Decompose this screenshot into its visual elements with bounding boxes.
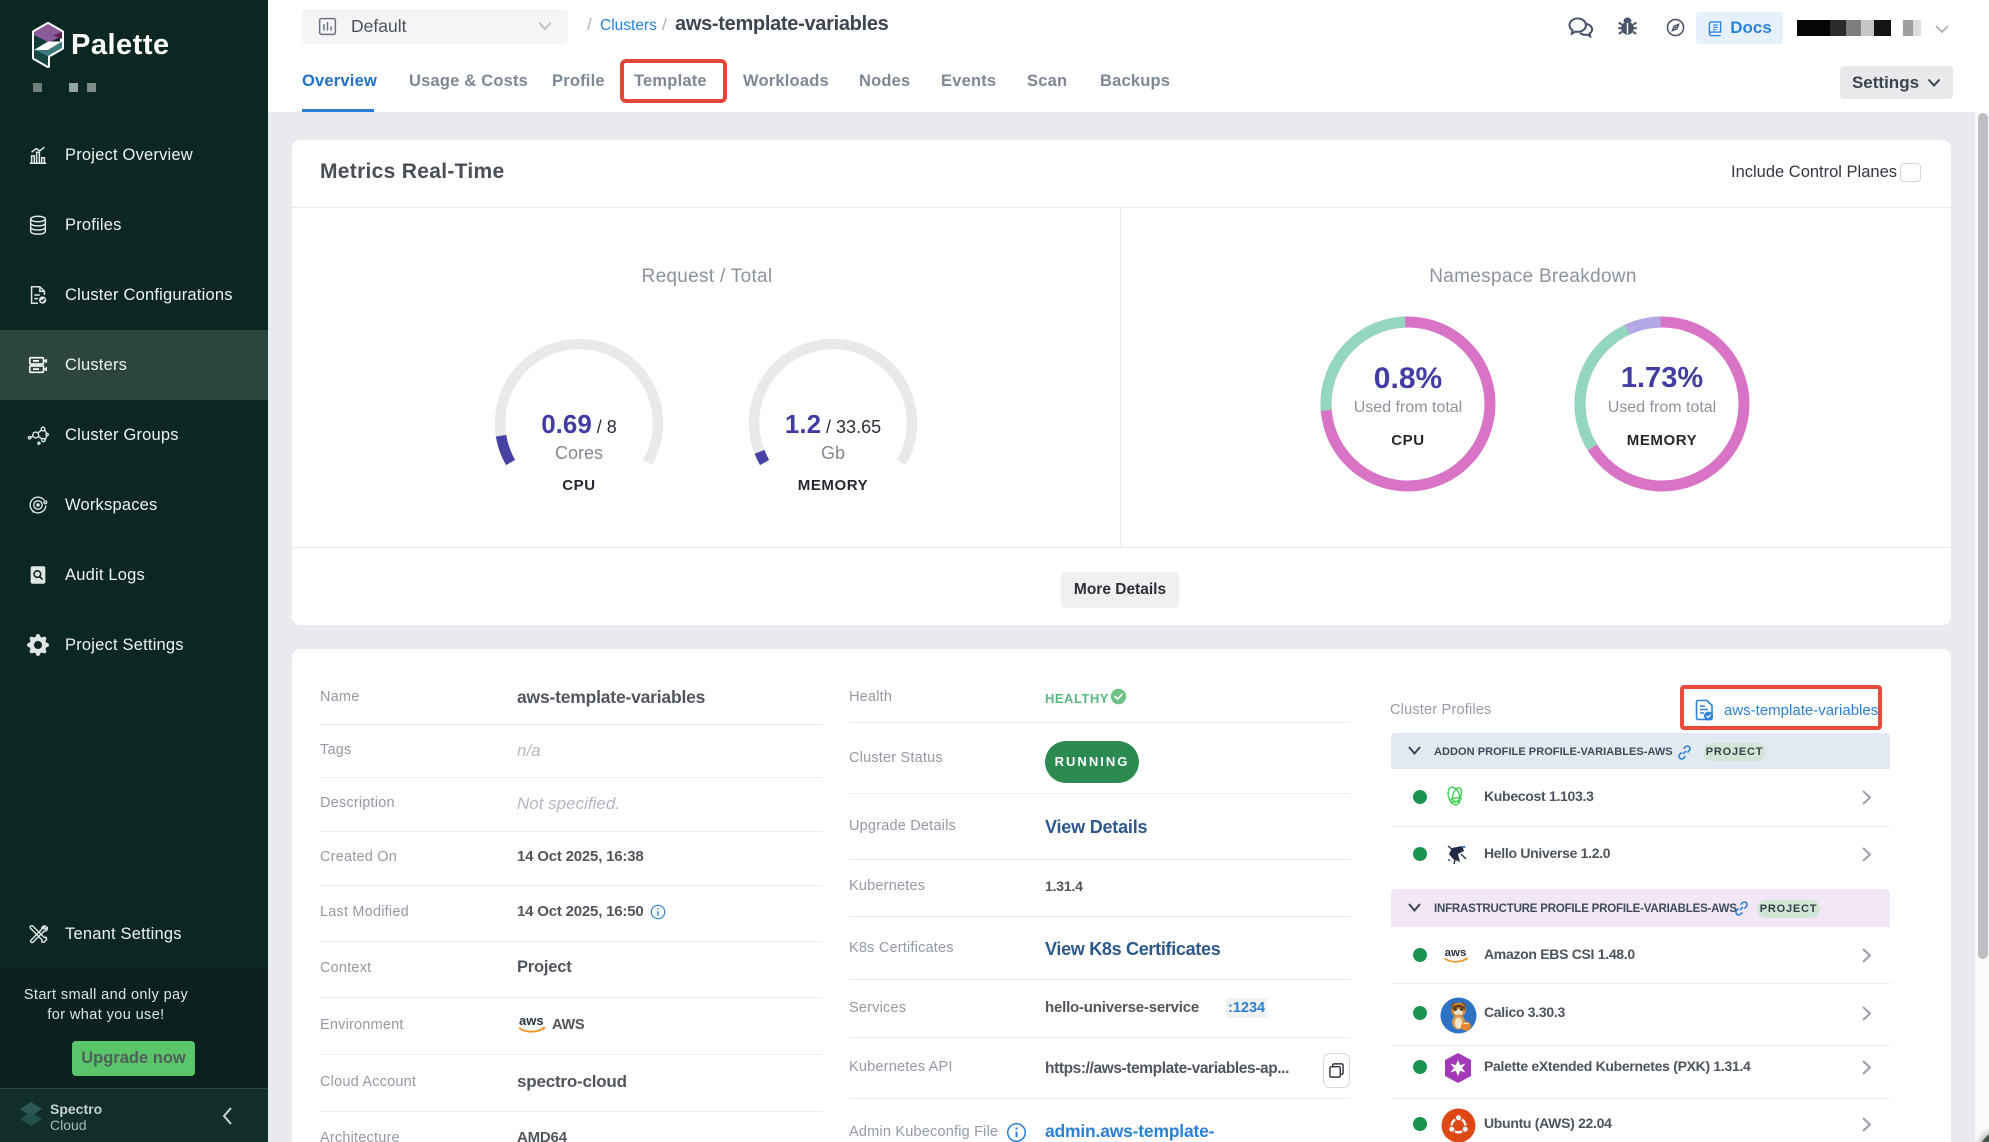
svg-text:aws: aws — [519, 1013, 544, 1028]
svg-text:aws: aws — [1445, 947, 1467, 959]
